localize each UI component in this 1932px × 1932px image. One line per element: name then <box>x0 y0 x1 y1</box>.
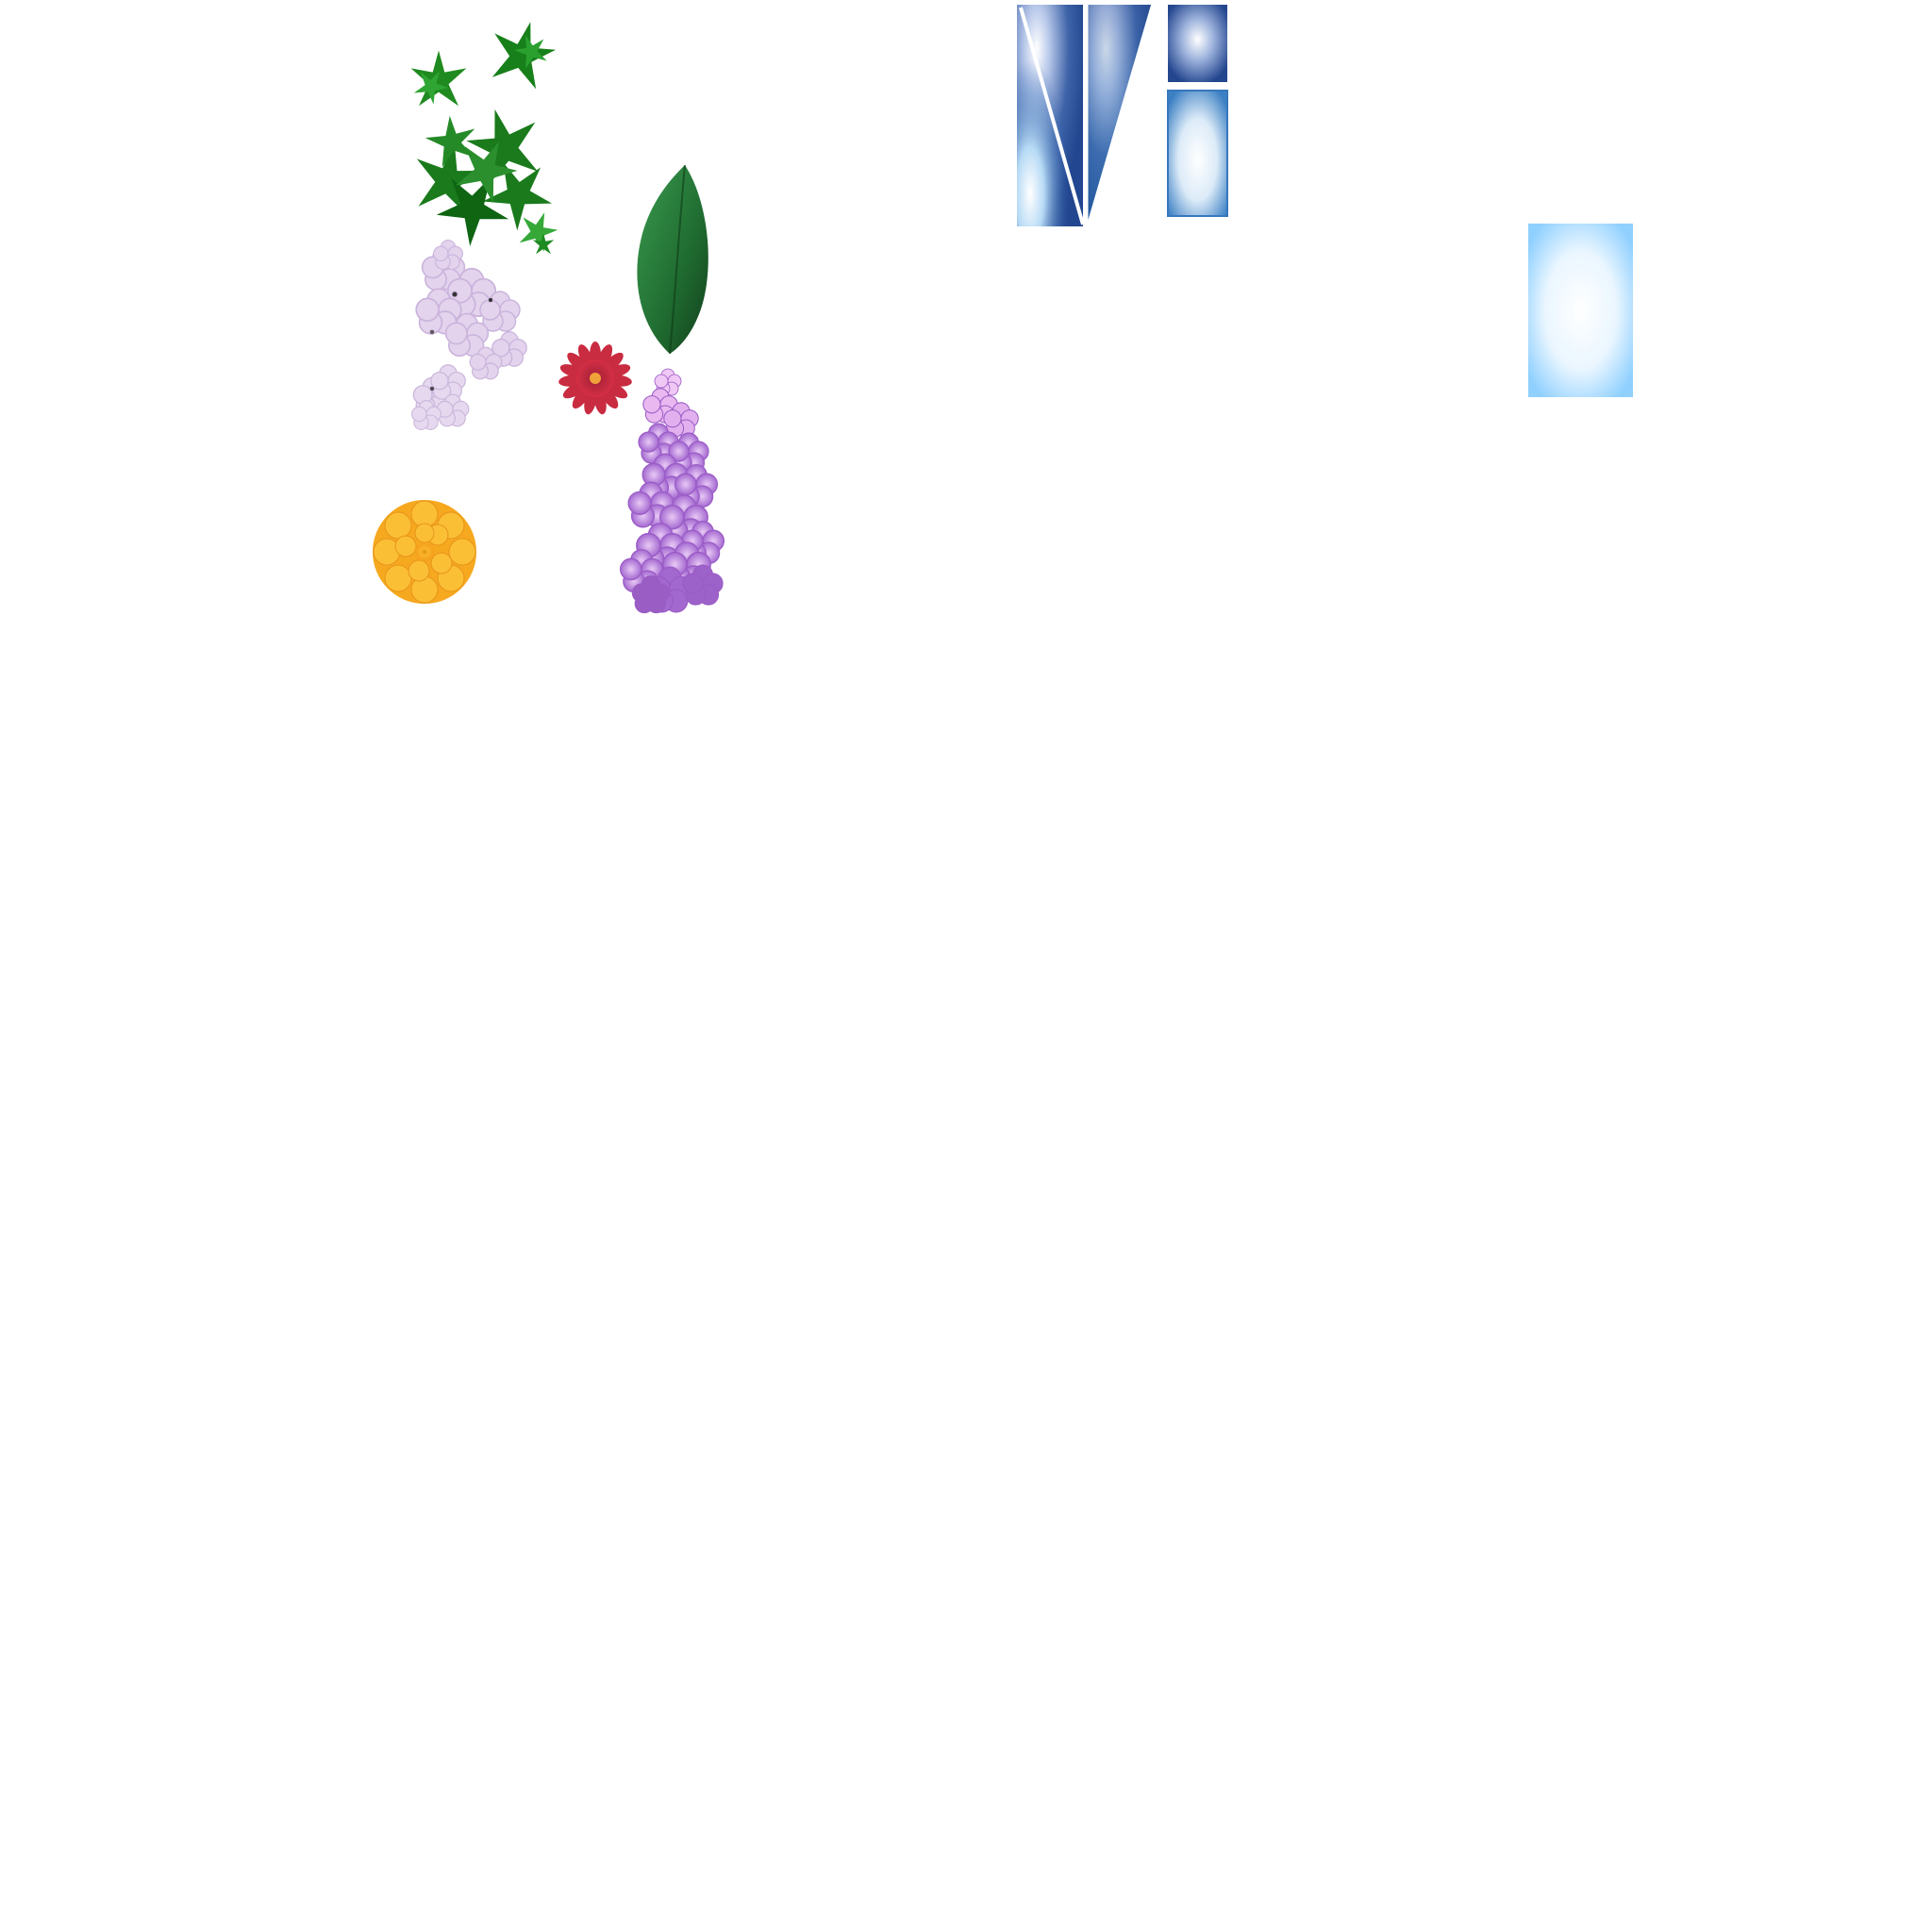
blue-glass-triangle-left <box>1017 5 1085 226</box>
dark-green-single-leaf <box>637 164 708 355</box>
orange-marigold-flower <box>373 500 476 604</box>
light-blue-glow-rect <box>1528 224 1633 397</box>
green-leaf-sprig-small-2 <box>483 13 561 92</box>
blue-glass-triangle-right <box>1085 5 1151 225</box>
red-daisy-flower <box>558 341 632 415</box>
texture-atlas <box>373 5 1633 614</box>
pale-lilac-blossom-cluster-small <box>411 364 470 430</box>
green-leaf-sprig-small-1 <box>409 50 467 107</box>
blue-glass-square-small <box>1168 5 1227 82</box>
purple-lilac-spike <box>619 368 725 614</box>
blue-glass-rect-tall <box>1167 90 1228 217</box>
pale-lilac-blossom-cluster-large <box>415 240 527 380</box>
